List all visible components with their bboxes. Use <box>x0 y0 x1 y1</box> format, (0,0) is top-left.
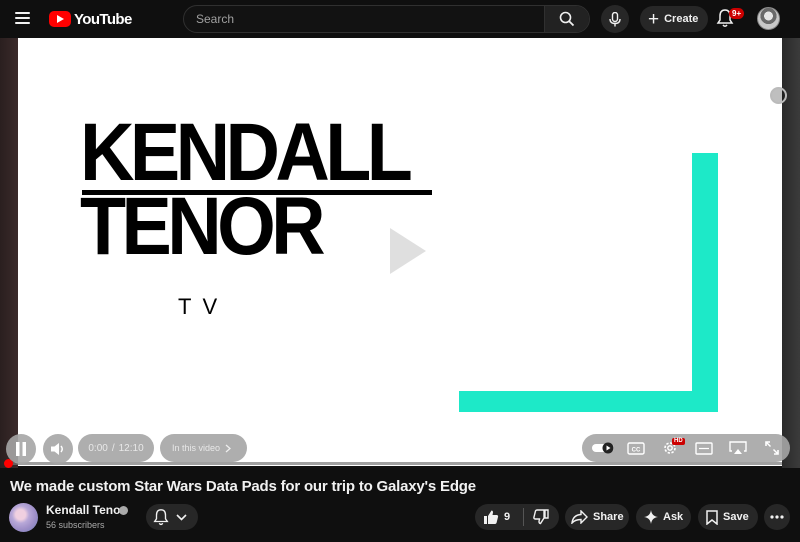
share-icon <box>571 510 588 524</box>
captions-icon: CC <box>627 441 645 455</box>
chevron-down-icon <box>176 513 187 521</box>
ask-button[interactable]: Ask <box>636 504 691 530</box>
logo-text: YouTube <box>74 10 132 28</box>
like-count: 9 <box>504 511 511 523</box>
thumbs-up-icon <box>484 510 499 524</box>
accent-bar-horizontal <box>459 391 718 412</box>
frame-text-line2: TENOR <box>80 181 326 272</box>
notification-badge: 9+ <box>729 8 745 19</box>
time-display: 0:00 / 12:10 <box>78 434 154 462</box>
create-label: Create <box>664 13 699 25</box>
verified-icon <box>119 506 128 515</box>
autoplay-toggle[interactable] <box>590 438 616 458</box>
subscription-notifications-button[interactable] <box>146 504 198 530</box>
dislike-button[interactable] <box>524 509 558 525</box>
mute-button[interactable] <box>43 434 73 464</box>
sparkle-icon <box>644 510 658 524</box>
svg-text:CC: CC <box>632 447 641 453</box>
video-frame[interactable]: KENDALL TENOR TV <box>18 38 782 466</box>
plus-icon: + <box>648 8 660 30</box>
fullscreen-icon <box>765 441 779 455</box>
youtube-logo-mark <box>49 11 71 27</box>
player-settings-bar: CC HD <box>582 434 790 462</box>
autoplay-toggle-icon <box>592 442 614 454</box>
channel-avatar[interactable] <box>9 503 38 532</box>
share-label: Share <box>593 511 624 523</box>
time-separator: / <box>111 442 115 454</box>
miniplayer-icon <box>695 441 713 455</box>
volume-icon <box>51 443 63 455</box>
captions-button[interactable]: CC <box>624 438 648 458</box>
channel-name[interactable]: Kendall Tenor <box>46 503 125 517</box>
frame-text-sub: TV <box>178 294 229 319</box>
bell-icon <box>153 509 169 526</box>
save-button[interactable]: Save <box>698 504 758 530</box>
miniplayer-button[interactable] <box>692 438 716 458</box>
search-icon <box>559 11 575 27</box>
create-button[interactable]: + Create <box>640 6 708 32</box>
hd-badge: HD <box>672 438 685 445</box>
account-avatar[interactable] <box>757 7 780 30</box>
cast-button[interactable] <box>726 438 750 458</box>
pause-button[interactable] <box>6 434 36 464</box>
pause-icon <box>16 442 26 456</box>
ghost-play-icon <box>390 228 426 274</box>
chapter-label: In this video <box>172 443 221 453</box>
search-button[interactable] <box>544 6 589 32</box>
chapters-button[interactable]: In this video <box>160 434 247 462</box>
menu-icon[interactable] <box>15 12 30 26</box>
bookmark-icon <box>706 509 718 525</box>
time-current: 0:00 <box>88 442 108 454</box>
search-input[interactable] <box>184 6 546 32</box>
microphone-icon <box>609 11 621 26</box>
info-icon[interactable] <box>770 87 787 104</box>
like-button[interactable]: 9 <box>483 509 523 525</box>
cast-icon <box>729 441 747 454</box>
video-player[interactable]: KENDALL TENOR TV 0:00 / 12:10 In this vi… <box>0 38 800 468</box>
ask-label: Ask <box>663 511 684 523</box>
frame-text-line1: KENDALL <box>80 107 413 198</box>
search-box <box>183 5 590 33</box>
accent-bar-vertical <box>692 153 718 412</box>
youtube-logo[interactable]: YouTube <box>49 10 132 28</box>
save-label: Save <box>723 511 749 523</box>
progress-bar[interactable] <box>8 462 782 465</box>
thumbs-down-icon <box>533 509 549 525</box>
fullscreen-button[interactable] <box>760 438 784 458</box>
time-total: 12:10 <box>118 442 144 454</box>
masthead: YouTube + Create 9+ <box>0 0 800 38</box>
video-title: We made custom Star Wars Data Pads for o… <box>10 478 476 495</box>
more-horizontal-icon <box>770 515 784 519</box>
share-button[interactable]: Share <box>565 504 629 530</box>
voice-search-button[interactable] <box>601 5 629 33</box>
subscriber-count: 56 subscribers <box>46 520 105 530</box>
like-dislike-group: 9 <box>475 504 559 530</box>
more-actions-button[interactable] <box>764 504 790 530</box>
chevron-right-icon <box>225 444 232 452</box>
